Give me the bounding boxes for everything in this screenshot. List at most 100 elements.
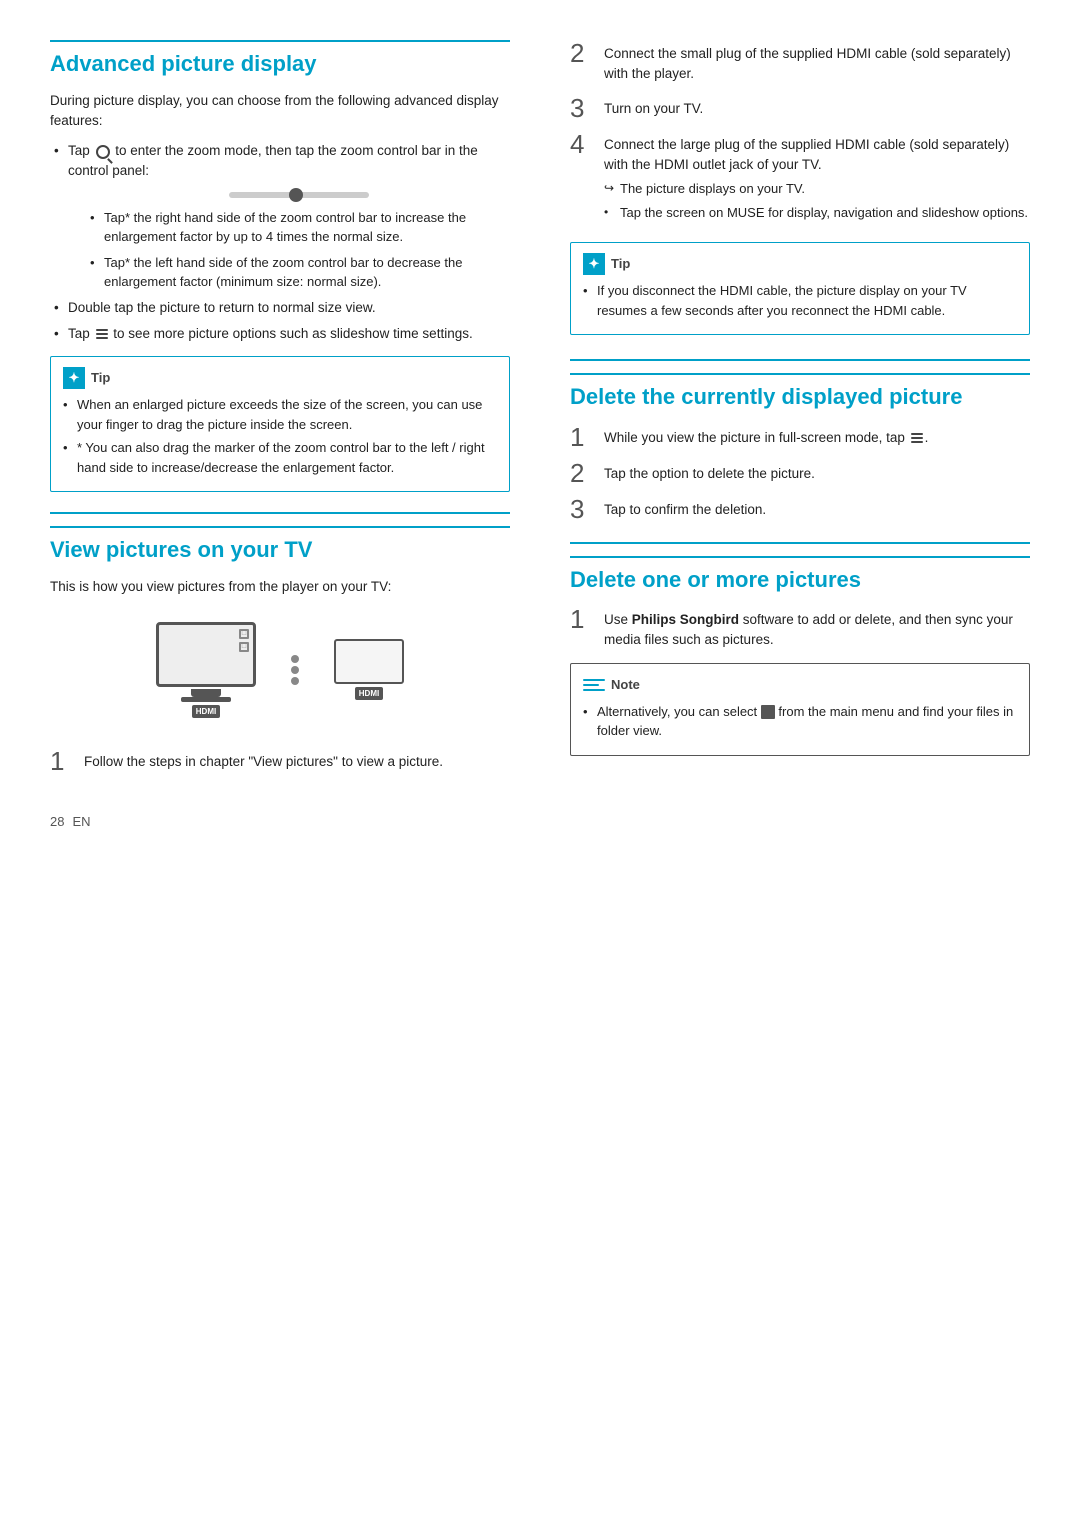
list-item-zoom: Tap to enter the zoom mode, then tap the… bbox=[50, 141, 510, 292]
hdmi-label-tv: HDMI bbox=[192, 705, 220, 718]
tv-set: □ □ HDMI bbox=[156, 622, 256, 718]
tip-item-tv-1: If you disconnect the HDMI cable, the pi… bbox=[583, 281, 1017, 320]
sub-list-zoom: Tap* the right hand side of the zoom con… bbox=[68, 208, 510, 292]
step-1-delete: 1 While you view the picture in full-scr… bbox=[570, 424, 1030, 450]
main-list-advanced: Tap to enter the zoom mode, then tap the… bbox=[50, 141, 510, 344]
step-text-del-2: Tap the option to delete the picture. bbox=[604, 460, 815, 484]
menu-icon bbox=[96, 329, 108, 339]
list-item-menu-options: Tap to see more picture options such as … bbox=[50, 324, 510, 344]
player-box bbox=[334, 639, 404, 684]
zoom-bar-handle bbox=[289, 188, 303, 202]
note-header: Note bbox=[583, 674, 1017, 696]
step4-sub-item-2: Tap the screen on MUSE for display, navi… bbox=[604, 203, 1030, 223]
step-num-delm-1: 1 bbox=[570, 606, 592, 632]
right-column: 2 Connect the small plug of the supplied… bbox=[560, 40, 1030, 784]
step4-sub-item-1: The picture displays on your TV. bbox=[604, 179, 1030, 199]
list-item-double-tap: Double tap the picture to return to norm… bbox=[50, 298, 510, 318]
step-num-del-2: 2 bbox=[570, 460, 592, 486]
note-lines-icon bbox=[583, 674, 605, 696]
delete-current-steps: 1 While you view the picture in full-scr… bbox=[570, 424, 1030, 522]
tv-diagram: □ □ HDMI bbox=[50, 612, 510, 728]
sub-item-zoom-increase: Tap* the right hand side of the zoom con… bbox=[88, 208, 510, 247]
cable-dot-3 bbox=[291, 677, 299, 685]
section-title-delete-current: Delete the currently displayed picture bbox=[570, 373, 1030, 412]
tip-header-tv: ✦ Tip bbox=[583, 253, 1017, 275]
intro-text-advanced: During picture display, you can choose f… bbox=[50, 91, 510, 132]
cable-connectors bbox=[291, 655, 299, 685]
tip-header-advanced: ✦ Tip bbox=[63, 367, 497, 389]
step-num-2: 2 bbox=[570, 40, 592, 66]
philips-songbird-brand: Philips Songbird bbox=[632, 612, 739, 627]
step-2-delete: 2 Tap the option to delete the picture. bbox=[570, 460, 1030, 486]
menu-icon-delete bbox=[911, 433, 923, 443]
page-layout: Advanced picture display During picture … bbox=[50, 40, 1030, 784]
note-line-3 bbox=[583, 689, 605, 691]
folder-icon bbox=[761, 705, 775, 719]
section-view-pictures-tv: View pictures on your TV This is how you… bbox=[50, 526, 510, 774]
left-column: Advanced picture display During picture … bbox=[50, 40, 520, 784]
step-text-3: Turn on your TV. bbox=[604, 95, 703, 119]
section-title-tv: View pictures on your TV bbox=[50, 526, 510, 565]
cable-dot-2 bbox=[291, 666, 299, 674]
tip-star-icon: ✦ bbox=[63, 367, 85, 389]
step-num-1: 1 bbox=[50, 748, 72, 774]
tip-list-tv: If you disconnect the HDMI cable, the pi… bbox=[583, 281, 1017, 320]
step-1-tv: 1 Follow the steps in chapter "View pict… bbox=[50, 748, 510, 774]
tip-box-tv: ✦ Tip If you disconnect the HDMI cable, … bbox=[570, 242, 1030, 335]
sub-item-zoom-decrease: Tap* the left hand side of the zoom cont… bbox=[88, 253, 510, 292]
step-text-del-3: Tap to confirm the deletion. bbox=[604, 496, 766, 520]
note-label: Note bbox=[611, 675, 640, 695]
hdmi-label-player: HDMI bbox=[355, 687, 383, 700]
tv-steps-continued: 2 Connect the small plug of the supplied… bbox=[570, 40, 1030, 226]
intro-text-tv: This is how you view pictures from the p… bbox=[50, 577, 510, 597]
delete-multiple-steps: 1 Use Philips Songbird software to add o… bbox=[570, 606, 1030, 651]
step-text-2: Connect the small plug of the supplied H… bbox=[604, 40, 1030, 85]
section-title-advanced: Advanced picture display bbox=[50, 40, 510, 79]
tv-steps: 1 Follow the steps in chapter "View pict… bbox=[50, 748, 510, 774]
tv-screen: □ □ bbox=[156, 622, 256, 687]
tip-item-1: When an enlarged picture exceeds the siz… bbox=[63, 395, 497, 434]
section-advanced-picture-display: Advanced picture display During picture … bbox=[50, 40, 510, 492]
page-number: 28 bbox=[50, 814, 64, 829]
zoom-bar-illustration bbox=[88, 192, 510, 198]
zoom-icon bbox=[96, 145, 110, 159]
step-text-del-1: While you view the picture in full-scree… bbox=[604, 424, 928, 448]
section-title-delete-multiple: Delete one or more pictures bbox=[570, 556, 1030, 595]
note-list: Alternatively, you can select from the m… bbox=[583, 702, 1017, 741]
section-delete-multiple: Delete one or more pictures 1 Use Philip… bbox=[570, 556, 1030, 756]
tip-label: Tip bbox=[91, 368, 110, 388]
step-2-tv: 2 Connect the small plug of the supplied… bbox=[570, 40, 1030, 85]
step-3-delete: 3 Tap to confirm the deletion. bbox=[570, 496, 1030, 522]
note-box-delete-multiple: Note Alternatively, you can select from … bbox=[570, 663, 1030, 756]
page-footer: 28 EN bbox=[50, 814, 1030, 829]
section-divider-3 bbox=[570, 542, 1030, 544]
note-line-1 bbox=[583, 679, 605, 681]
step-text-1: Follow the steps in chapter "View pictur… bbox=[84, 748, 443, 772]
section-divider-2 bbox=[570, 359, 1030, 361]
step-num-4: 4 bbox=[570, 131, 592, 157]
step-4-tv: 4 Connect the large plug of the supplied… bbox=[570, 131, 1030, 227]
step-text-4: Connect the large plug of the supplied H… bbox=[604, 131, 1030, 227]
step-text-delm-1: Use Philips Songbird software to add or … bbox=[604, 606, 1030, 651]
step-num-del-3: 3 bbox=[570, 496, 592, 522]
tip-star-icon-tv: ✦ bbox=[583, 253, 605, 275]
player-device: HDMI bbox=[334, 639, 404, 700]
note-item-1: Alternatively, you can select from the m… bbox=[583, 702, 1017, 741]
language-code: EN bbox=[72, 814, 90, 829]
tip-item-2: * You can also drag the marker of the zo… bbox=[63, 438, 497, 477]
cable-dot-1 bbox=[291, 655, 299, 663]
tv-base bbox=[181, 697, 231, 702]
zoom-bar bbox=[229, 192, 369, 198]
tv-stand bbox=[191, 689, 221, 697]
step-3-tv: 3 Turn on your TV. bbox=[570, 95, 1030, 121]
tip-list-advanced: When an enlarged picture exceeds the siz… bbox=[63, 395, 497, 477]
step-num-del-1: 1 bbox=[570, 424, 592, 450]
tip-box-advanced: ✦ Tip When an enlarged picture exceeds t… bbox=[50, 356, 510, 492]
step4-main-text: Connect the large plug of the supplied H… bbox=[604, 137, 1009, 172]
tip-label-tv: Tip bbox=[611, 254, 630, 274]
section-divider-1 bbox=[50, 512, 510, 514]
note-line-2 bbox=[583, 684, 599, 686]
step4-sub-list: The picture displays on your TV. Tap the… bbox=[604, 179, 1030, 222]
section-delete-current: Delete the currently displayed picture 1… bbox=[570, 373, 1030, 522]
step-num-3: 3 bbox=[570, 95, 592, 121]
